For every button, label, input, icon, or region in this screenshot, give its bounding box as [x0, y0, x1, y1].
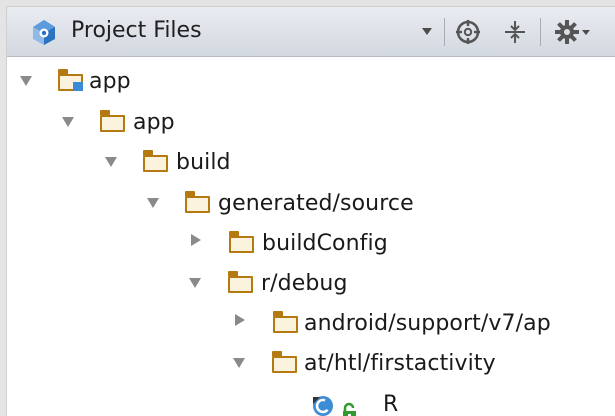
project-tree: app app build generated/source buildConf… — [7, 57, 615, 416]
project-toolbar: Project Files — [7, 7, 615, 57]
toolbar-divider — [444, 18, 445, 46]
view-selector-dropdown[interactable]: Project Files — [7, 7, 443, 57]
tree-node-generated-source[interactable]: generated/source — [7, 184, 615, 224]
tree-node-label: android/support/v7/ap — [304, 311, 551, 336]
toolbar-divider — [540, 18, 541, 46]
project-tool-window: Project Files app app build generated/so… — [6, 6, 615, 416]
tree-node-app[interactable]: app — [7, 103, 615, 143]
expand-arrow-icon[interactable] — [147, 198, 159, 208]
collapse-arrow-icon[interactable] — [235, 314, 245, 326]
chevron-down-icon — [422, 28, 432, 35]
folder-icon — [228, 231, 254, 253]
folder-icon — [142, 150, 168, 172]
expand-arrow-icon[interactable] — [189, 278, 201, 288]
folder-icon — [99, 110, 125, 132]
collapse-arrow-icon[interactable] — [191, 234, 201, 246]
tree-node-label: generated/source — [218, 191, 414, 216]
tree-node-app-module[interactable]: app — [7, 62, 615, 102]
tree-node-build[interactable]: build — [7, 143, 615, 183]
gear-icon[interactable] — [553, 17, 593, 47]
tree-node-label: R — [383, 392, 399, 416]
tree-node-label: build — [176, 150, 231, 175]
tree-node-r-debug[interactable]: r/debug — [7, 264, 615, 304]
folder-icon — [227, 271, 253, 293]
folder-icon — [271, 351, 297, 373]
project-logo-icon — [29, 18, 59, 46]
tree-node-label: at/htl/firstactivity — [304, 351, 496, 376]
tree-node-label: app — [89, 69, 131, 94]
tree-node-label: buildConfig — [262, 231, 388, 256]
folder-icon — [184, 191, 210, 213]
expand-arrow-icon[interactable] — [20, 76, 32, 86]
tree-node-android-support[interactable]: android/support/v7/ap — [7, 304, 615, 344]
expand-arrow-icon[interactable] — [62, 117, 74, 127]
scroll-from-source-icon[interactable] — [453, 17, 483, 47]
tree-node-label: r/debug — [261, 271, 348, 296]
expand-arrow-icon[interactable] — [233, 358, 245, 368]
folder-icon — [272, 311, 298, 333]
lock-icon — [341, 396, 359, 416]
class-icon — [311, 393, 337, 416]
tree-node-at-htl-firstactivity[interactable]: at/htl/firstactivity — [7, 344, 615, 384]
view-title: Project Files — [71, 18, 202, 43]
expand-arrow-icon[interactable] — [105, 157, 117, 167]
tree-node-label: app — [133, 110, 175, 135]
tree-node-r-class[interactable]: R — [7, 385, 615, 416]
tree-node-buildconfig[interactable]: buildConfig — [7, 224, 615, 264]
collapse-all-icon[interactable] — [500, 17, 530, 47]
module-folder-icon — [57, 69, 83, 91]
